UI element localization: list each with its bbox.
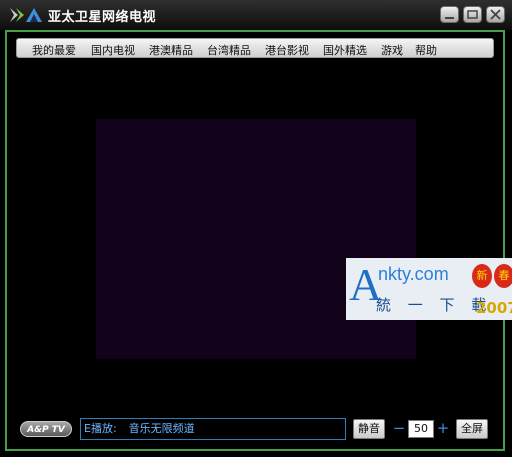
watermark-text: 統 一 下 載 [376,296,493,314]
video-area[interactable] [96,119,416,359]
minimize-button[interactable] [440,6,459,23]
status-display: E播放: 音乐无限频道 [80,418,346,440]
maximize-icon [467,10,478,19]
title-bar[interactable]: 亚太卫星网络电视 [0,0,512,30]
volume-up-button[interactable]: + [436,419,450,439]
volume-down-button[interactable]: − [392,419,406,439]
status-label: E播放: [84,422,117,435]
menu-bar: 我的最爱 国内电视 港澳精品 台湾精品 港台影视 国外精选 游戏 帮助 [16,38,494,58]
fullscreen-button[interactable]: 全屏 [456,419,488,439]
close-icon [490,9,501,20]
menu-item-foreign[interactable]: 国外精选 [323,42,367,58]
lantern-icon: 新 [472,264,492,288]
watermark: A nkty.com 統 一 下 載 新 春 2007 [346,258,512,320]
channel-name: 音乐无限频道 [128,422,195,435]
window-title: 亚太卫星网络电视 [48,10,157,25]
menu-item-help[interactable]: 帮助 [415,42,437,58]
brand-logo: A&P TV [20,421,72,437]
menu-item-taiwan[interactable]: 台湾精品 [207,42,251,58]
menu-item-hk-macau[interactable]: 港澳精品 [149,42,193,58]
watermark-site: nkty.com [378,264,449,284]
lantern-icon: 春 [494,264,512,288]
maximize-button[interactable] [463,6,482,23]
minimize-icon [445,17,454,19]
app-logo-icon [10,8,42,22]
menu-item-domestic-tv[interactable]: 国内电视 [91,42,135,58]
menu-item-hk-tw-movies[interactable]: 港台影视 [265,42,309,58]
watermark-year: 2007 [476,299,512,317]
mute-button[interactable]: 静音 [353,419,385,439]
close-button[interactable] [486,6,505,23]
volume-field[interactable]: 50 [408,420,434,438]
menu-item-games[interactable]: 游戏 [381,42,403,58]
app-window: 亚太卫星网络电视 我的最爱 国内电视 港澳精品 台湾精品 港台影视 国外精选 游… [0,0,512,457]
menu-item-favorites[interactable]: 我的最爱 [32,42,76,58]
